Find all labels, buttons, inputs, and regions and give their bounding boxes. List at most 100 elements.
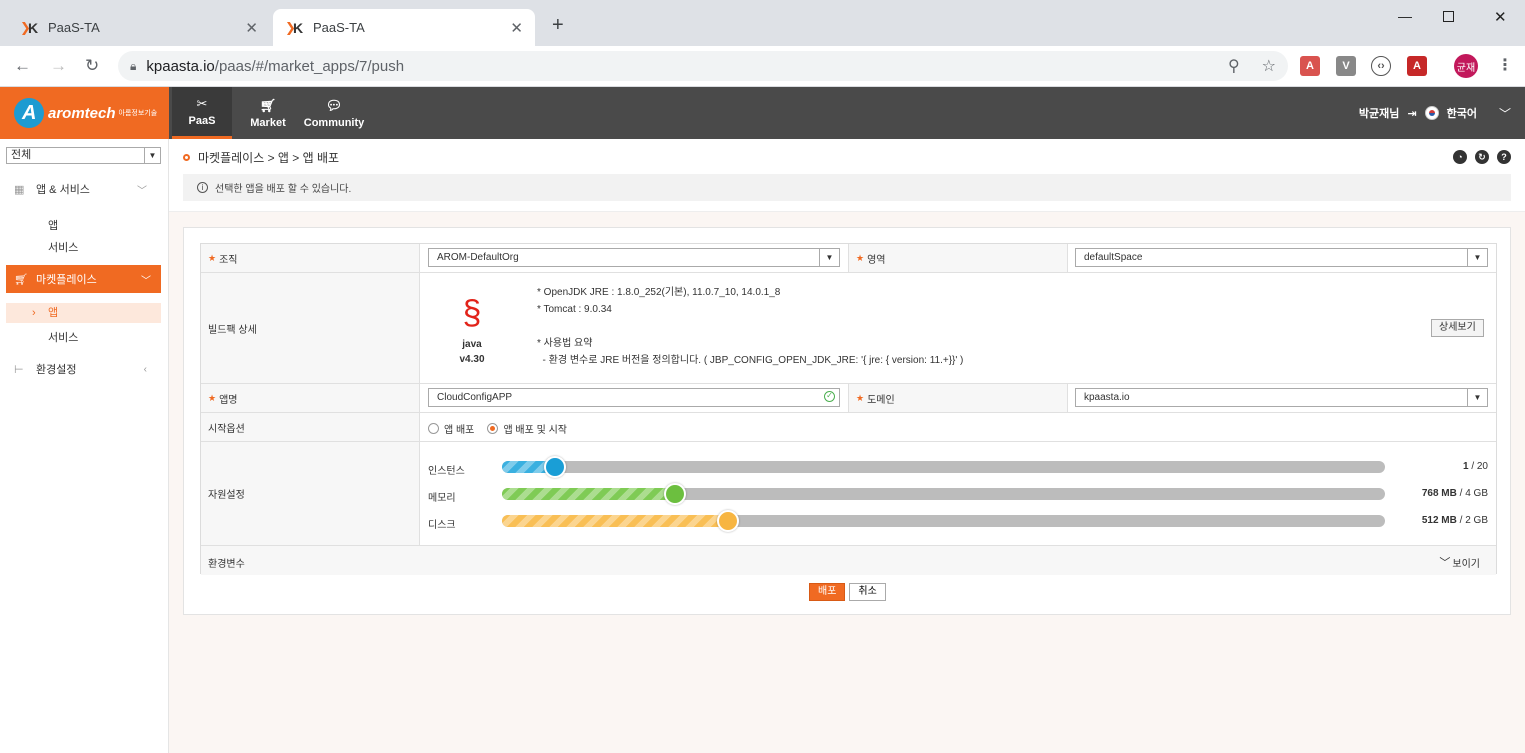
chevron-down-icon[interactable]: ﹀ [1499, 105, 1511, 122]
brand-sub: 아롬정보기술 [118, 110, 158, 117]
detail-button[interactable]: 상세보기 [1431, 319, 1484, 337]
paasta-favicon-icon: ❯ K [20, 19, 39, 36]
page-header: 마켓플레이스 > 앱 > 앱 배포 ◔ ↻ ? i 선택한 앱을 배포 할 수 … [169, 139, 1525, 212]
sidebar-group-marketplace[interactable]: 🛒︎ 마켓플레이스 ﹀ [6, 265, 161, 293]
instance-slider-handle[interactable] [544, 456, 566, 478]
forward-icon[interactable]: → [50, 56, 67, 76]
instance-slider[interactable] [502, 456, 1385, 478]
memory-slider[interactable] [502, 483, 1385, 505]
breadcrumb-text: 마켓플레이스 > 앱 > 앱 배포 [198, 151, 340, 165]
radio-deploy-and-start[interactable]: 앱 배포 및 시작 [487, 421, 567, 436]
zoom-icon[interactable]: ⚲ [1228, 56, 1240, 76]
sidebar-item-market-app[interactable]: › 앱 [6, 303, 161, 323]
url-path: /paas/#/market_apps/7/push [214, 57, 405, 75]
back-icon[interactable]: ← [14, 56, 31, 76]
korea-flag-icon [1424, 106, 1439, 120]
browser-tab[interactable]: ❯ K PaaS-TA ✕ [8, 9, 270, 46]
v-extension-icon[interactable]: V [1336, 56, 1356, 76]
sidebar-item-app[interactable]: 앱 [48, 217, 58, 233]
info-icon: i [197, 182, 208, 193]
disk-slider[interactable] [502, 510, 1385, 532]
sidebar: 전체 ▼ ▦ 앱 & 서비스 ﹀ 앱 서비스 🛒︎ 마켓플레이스 ﹀ › 앱 서… [0, 139, 169, 753]
deploy-form: ★ 조직 AROM-DefaultOrg ▼ ★ 영역 defaultSpace ▼… [200, 243, 1497, 575]
domain-select[interactable]: kpaasta.io ▼ [1075, 388, 1488, 407]
chevron-down-icon: ﹀ [141, 275, 151, 287]
appname-value: CloudConfigAPP [437, 392, 513, 403]
pdf-extension-icon[interactable]: A [1300, 56, 1320, 76]
sidebar-item-market-service[interactable]: 서비스 [48, 329, 78, 345]
desc-line: - 환경 변수로 JRE 버전을 정의합니다. ( JBP_CONFIG_OPE… [537, 355, 964, 366]
sidebar-group-label: 마켓플레이스 [36, 274, 97, 286]
env-toggle[interactable]: ﹀ 보이기 [1439, 554, 1480, 570]
row-env: 환경변수 ﹀ 보이기 [201, 546, 1496, 575]
browser-tab-title: PaaS-TA [48, 20, 100, 35]
main-content: 마켓플레이스 > 앱 > 앱 배포 ◔ ↻ ? i 선택한 앱을 배포 할 수 … [169, 139, 1525, 753]
disk-slider-handle[interactable] [717, 510, 739, 532]
row-appname-domain: ★ 앱명 CloudConfigAPP ✓ ★ 도메인 kpaasta.io ▼ [201, 384, 1496, 413]
memory-value: 768 MB / 4 GB [1421, 488, 1488, 499]
sidebar-group-settings[interactable]: ⊢ 환경설정 ‹ [0, 358, 169, 380]
buildpack-label: 빌드팩 상세 [201, 273, 420, 383]
language-label[interactable]: 한국어 [1447, 105, 1477, 121]
notice-text: 선택한 앱을 배포 할 수 있습니다. [215, 184, 352, 195]
chat-icon: 💬︎ [325, 97, 343, 113]
sidebar-group-app-service[interactable]: ▦ 앱 & 서비스 ﹀ [0, 178, 169, 200]
brand-logo[interactable]: aromtech 아롬정보기술 [0, 87, 169, 139]
cart-icon: 🛒︎ [14, 273, 28, 286]
chevron-right-icon: › [32, 307, 36, 319]
memory-slider-handle[interactable] [664, 483, 686, 505]
maximize-icon[interactable] [1443, 11, 1454, 22]
close-tab-icon[interactable]: ✕ [510, 19, 523, 37]
chevron-down-icon: ﹀ [137, 185, 147, 197]
nav-community[interactable]: 💬︎ Community [303, 87, 365, 139]
logout-icon[interactable]: ⇥ [1407, 107, 1416, 120]
env-toggle-label: 보이기 [1452, 558, 1480, 570]
buildpack-description: * OpenJDK JRE : 1.8.0_252(기본), 11.0.7_10… [537, 284, 963, 369]
bookmark-star-icon[interactable]: ☆ [1262, 56, 1276, 76]
row-org-space: ★ 조직 AROM-DefaultOrg ▼ ★ 영역 defaultSpace ▼ [201, 244, 1496, 273]
radio-deploy-only[interactable]: 앱 배포 [428, 421, 474, 436]
desc-line: * Tomcat : 9.0.34 [537, 304, 612, 315]
nav-paas[interactable]: ✂ PaaS [172, 87, 232, 139]
row-resources: 자원설정 인스턴스 1 / 20 메모리 768 MB / 4 GB 디스크 5… [201, 442, 1496, 546]
sidebar-group-label: 환경설정 [36, 364, 77, 376]
sidebar-filter-value: 전체 [11, 149, 32, 161]
close-tab-icon[interactable]: ✕ [245, 19, 258, 37]
nav-community-label: Community [303, 116, 365, 129]
help-icon[interactable]: ? [1497, 150, 1511, 164]
profile-avatar[interactable]: 균재 [1454, 54, 1478, 78]
dropdown-arrow-icon: ▼ [1467, 389, 1487, 406]
app-header: aromtech 아롬정보기술 ✂ PaaS 🛒︎ Market 💬︎ Comm… [0, 87, 1525, 139]
memory-label: 메모리 [428, 493, 456, 504]
space-select[interactable]: defaultSpace ▼ [1075, 248, 1488, 267]
reload-icon[interactable]: ↻ [85, 56, 99, 76]
browser-menu-icon[interactable]: ⋮ [1497, 55, 1513, 75]
nav-market[interactable]: 🛒︎ Market [238, 87, 298, 139]
browser-tab-title: PaaS-TA [313, 20, 365, 35]
org-value: AROM-DefaultOrg [437, 252, 519, 263]
minimize-icon[interactable]: — [1398, 8, 1412, 24]
address-bar[interactable]: 🔒︎ kpaasta.io/paas/#/market_apps/7/push … [118, 51, 1288, 81]
refresh-icon[interactable]: ↻ [1475, 150, 1489, 164]
user-area: 박균재님 ⇥ 한국어 ﹀ [1359, 87, 1511, 139]
org-select[interactable]: AROM-DefaultOrg ▼ [428, 248, 840, 267]
user-name[interactable]: 박균재님 [1359, 105, 1399, 121]
disk-value: 512 MB / 2 GB [1421, 515, 1488, 526]
sidebar-item-service[interactable]: 서비스 [48, 239, 78, 255]
dropdown-arrow-icon: ▼ [144, 148, 160, 163]
breadcrumb: 마켓플레이스 > 앱 > 앱 배포 [183, 149, 339, 166]
deploy-button[interactable]: 배포 [809, 583, 846, 601]
history-icon[interactable]: ◔ [1453, 150, 1467, 164]
window-close-icon[interactable]: ✕ [1494, 8, 1507, 26]
angular-extension-icon[interactable]: A [1407, 56, 1427, 76]
code-extension-icon[interactable]: ‹› [1371, 56, 1391, 76]
org-label: ★ 조직 [201, 244, 420, 272]
browser-tab-active[interactable]: ❯ K PaaS-TA ✕ [273, 9, 535, 46]
appname-input[interactable]: CloudConfigAPP ✓ [428, 388, 840, 407]
cart-icon: 🛒︎ [259, 97, 277, 113]
cancel-button[interactable]: 취소 [849, 583, 886, 601]
sidebar-filter-select[interactable]: 전체 ▼ [6, 147, 161, 164]
appname-label: ★ 앱명 [201, 384, 420, 412]
new-tab-icon[interactable]: + [552, 14, 564, 37]
nav-market-label: Market [250, 116, 286, 129]
